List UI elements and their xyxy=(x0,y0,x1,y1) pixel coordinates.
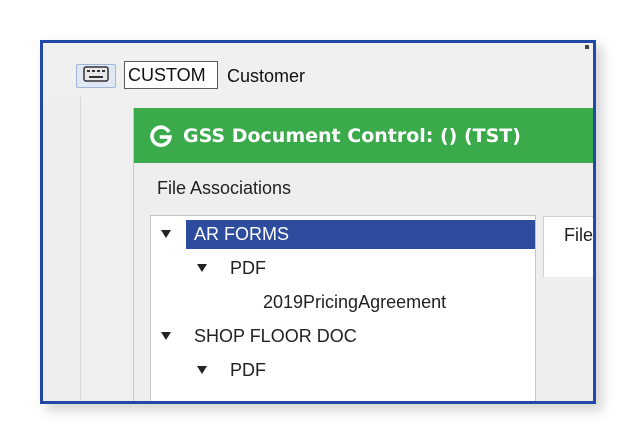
tree-node-label: AR FORMS xyxy=(186,219,535,249)
keyboard-icon xyxy=(83,65,109,87)
tree-node-label: SHOP FLOOR DOC xyxy=(194,325,357,346)
expand-arrow-icon[interactable] xyxy=(197,264,207,272)
tree-node-document[interactable]: PACKING_INFO.PDF xyxy=(151,392,535,402)
tree-node-pdf[interactable]: PDF xyxy=(151,353,535,387)
file-details-label: File xyxy=(564,225,594,245)
left-pane xyxy=(43,97,81,401)
dialog-header: GSS Document Control: () (TST) xyxy=(134,108,593,163)
customer-label: Customer xyxy=(227,66,306,86)
customer-code-input[interactable]: CUSTOM xyxy=(124,61,218,89)
tree-node-label: PDF xyxy=(230,257,266,278)
document-control-dialog: GSS Document Control: () (TST) File Asso… xyxy=(133,108,594,402)
tree-node-label: PDF xyxy=(230,359,266,380)
g-logo-icon xyxy=(149,124,173,148)
keyboard-button[interactable] xyxy=(76,64,116,88)
corner-mark xyxy=(585,45,589,49)
expand-arrow-icon[interactable] xyxy=(197,366,207,374)
file-associations-tree: AR FORMS PDF 2019PricingAgreement SHOP F… xyxy=(150,215,536,402)
tree-node-shop-floor-doc[interactable]: SHOP FLOOR DOC xyxy=(151,319,535,353)
screenshot-frame: CUSTOM Customer GSS Document Control: ()… xyxy=(40,40,596,404)
tree-node-ar-forms[interactable]: AR FORMS xyxy=(151,217,535,251)
expand-arrow-icon[interactable] xyxy=(161,230,171,238)
tree-node-document[interactable]: 2019PricingAgreement xyxy=(151,285,535,319)
tree-node-label: 2019PricingAgreement xyxy=(263,291,447,312)
file-associations-label: File Associations xyxy=(157,178,292,198)
dialog-title: GSS Document Control: () (TST) xyxy=(183,124,521,147)
expand-arrow-icon[interactable] xyxy=(161,332,171,340)
toolbar: CUSTOM Customer xyxy=(43,43,593,97)
tree-node-pdf[interactable]: PDF xyxy=(151,251,535,285)
file-details-pane: File xyxy=(543,216,594,277)
tree-node-label: PACKING_INFO.PDF xyxy=(255,395,445,402)
